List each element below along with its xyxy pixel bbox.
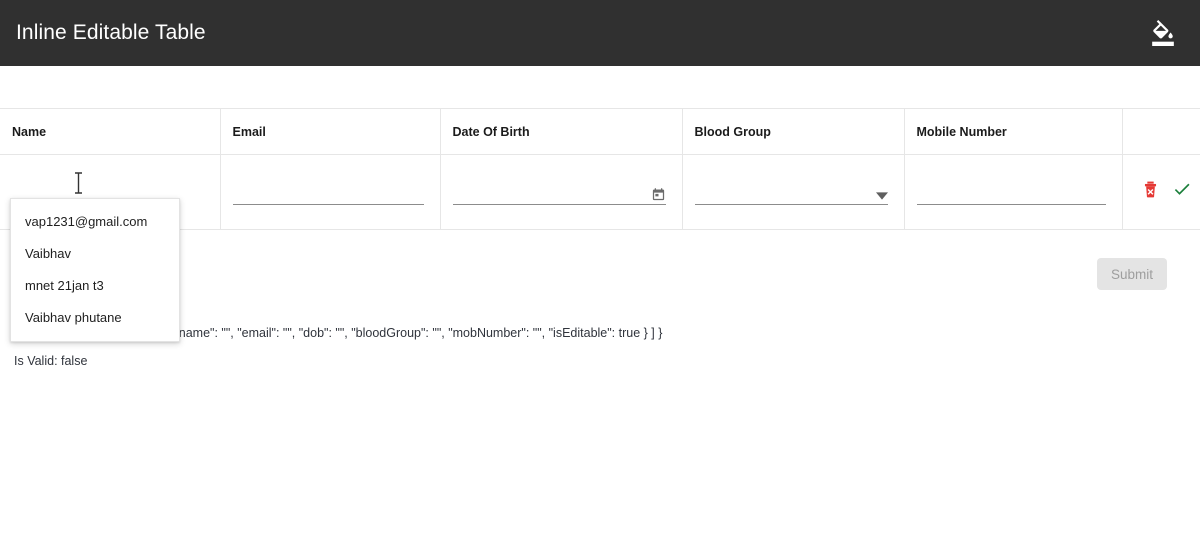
app-toolbar: Inline Editable Table: [0, 0, 1200, 66]
chevron-down-icon[interactable]: [876, 190, 888, 202]
email-field[interactable]: [233, 181, 424, 205]
data-grid: Name Email Date Of Birth Blood Group Mob…: [0, 108, 1200, 230]
editable-table: Name Email Date Of Birth Blood Group Mob…: [0, 108, 1200, 230]
calendar-icon[interactable]: [651, 187, 666, 202]
row-actions: [1141, 177, 1185, 199]
autocomplete-option[interactable]: Vaibhav phutane: [11, 301, 179, 333]
cell-mobile-number: [904, 155, 1122, 230]
page-title: Inline Editable Table: [16, 21, 206, 45]
autocomplete-option[interactable]: vap1231@gmail.com: [11, 205, 179, 237]
mobile-number-input[interactable]: [917, 187, 1106, 204]
name-autocomplete-panel: vap1231@gmail.com Vaibhav mnet 21jan t3 …: [10, 198, 180, 342]
table-body: [0, 155, 1200, 230]
table-head: Name Email Date Of Birth Blood Group Mob…: [0, 109, 1200, 155]
email-input[interactable]: [233, 187, 424, 204]
blood-group-value[interactable]: [695, 187, 888, 204]
delete-icon[interactable]: [1141, 180, 1160, 199]
submit-button[interactable]: Submit: [1097, 258, 1167, 290]
is-valid-output: Is Valid: false: [14, 354, 87, 368]
cell-dob: [440, 155, 682, 230]
autocomplete-option[interactable]: Vaibhav: [11, 237, 179, 269]
check-icon[interactable]: [1172, 179, 1192, 199]
dob-field[interactable]: [453, 181, 666, 205]
column-header-email: Email: [220, 109, 440, 155]
blood-group-select[interactable]: [695, 181, 888, 205]
dob-input[interactable]: [453, 187, 666, 204]
format-color-fill-icon[interactable]: [1146, 16, 1180, 50]
column-header-name: Name: [0, 109, 220, 155]
column-header-blood-group: Blood Group: [682, 109, 904, 155]
cell-actions: [1122, 155, 1200, 230]
app-root: Inline Editable Table Name Email Date Of…: [0, 0, 1200, 546]
autocomplete-option[interactable]: mnet 21jan t3: [11, 269, 179, 301]
cell-blood-group: [682, 155, 904, 230]
table-row: [0, 155, 1200, 230]
column-header-mobile-number: Mobile Number: [904, 109, 1122, 155]
cell-email: [220, 155, 440, 230]
mobile-number-field[interactable]: [917, 181, 1106, 205]
column-header-actions: [1122, 109, 1200, 155]
column-header-dob: Date Of Birth: [440, 109, 682, 155]
header-row: Name Email Date Of Birth Blood Group Mob…: [0, 109, 1200, 155]
